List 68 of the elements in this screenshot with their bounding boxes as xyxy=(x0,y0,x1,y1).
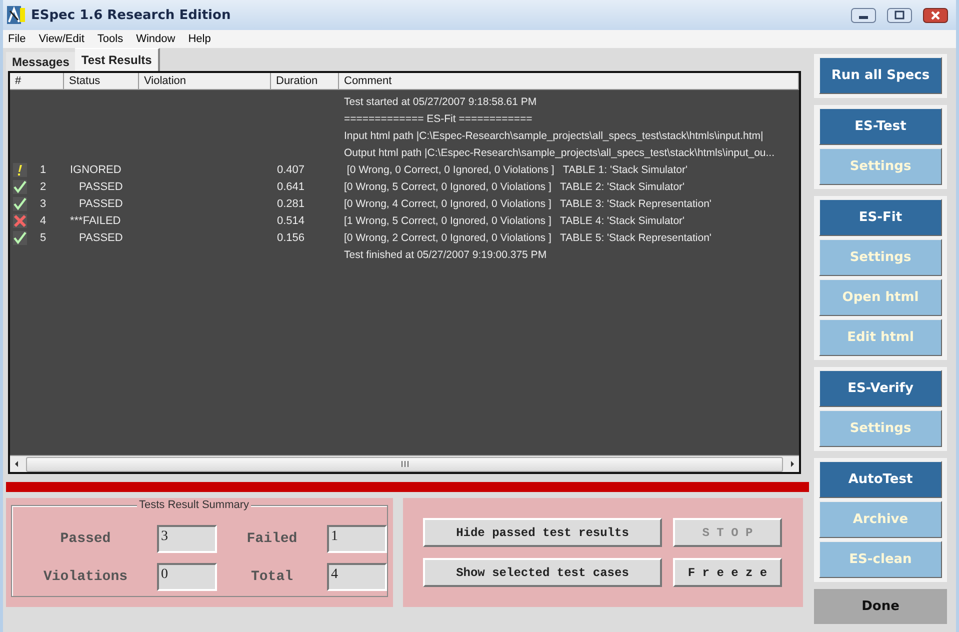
tab[interactable]: Messages xyxy=(6,52,76,71)
sidebar-button[interactable]: ES-Verify xyxy=(819,370,942,407)
tab[interactable]: Test Results xyxy=(75,48,160,71)
column-header[interactable]: Violation xyxy=(139,73,271,90)
sidebar-button[interactable]: ES-Test xyxy=(819,108,942,145)
menu-item[interactable]: Tools xyxy=(97,33,124,45)
action-button[interactable]: Hide passed test results xyxy=(423,518,662,547)
summary-label: Violations xyxy=(42,569,128,585)
minimize-icon[interactable] xyxy=(851,8,876,22)
count-field: 0 xyxy=(157,563,217,591)
sidebar-button[interactable]: ES-Fit xyxy=(819,199,942,236)
menu-item[interactable]: Window xyxy=(136,33,176,45)
sidebar-button[interactable]: Run all Specs xyxy=(819,57,942,94)
row-number: 2 xyxy=(40,180,46,192)
comment-text: [1 Wrong, 5 Correct, 0 Ignored, 0 Violations ] TABLE 4: 'Stack Simulator' xyxy=(344,214,685,226)
count-field: 4 xyxy=(327,563,387,591)
exclamation-icon xyxy=(13,162,27,176)
row-number: 3 xyxy=(40,198,46,210)
cross-icon xyxy=(13,214,27,228)
row-number: 5 xyxy=(40,232,46,244)
comment-text: Test finished at 05/27/2007 9:19:00.375 PM xyxy=(344,248,547,260)
sidebar-button[interactable]: AutoTest xyxy=(819,461,942,498)
summary-label: Total xyxy=(250,569,294,585)
action-button[interactable]: F r e e z e xyxy=(673,558,782,587)
column-header[interactable]: # xyxy=(10,73,64,90)
status-text: PASSED xyxy=(78,198,123,210)
comment-text: Input html path |C:\Espec-Research\sample_projects\all_specs_test\stack\htmls\input.htm| xyxy=(344,130,764,142)
checkmark-icon xyxy=(13,230,27,244)
column-header[interactable]: Comment xyxy=(339,73,799,90)
status-text: PASSED xyxy=(78,232,123,244)
action-button[interactable]: Show selected test cases xyxy=(423,558,662,587)
menu-item[interactable]: Help xyxy=(188,33,211,45)
duration-text: 0.407 xyxy=(277,164,305,176)
summary-label: Passed xyxy=(59,531,112,547)
status-text: ***FAILED xyxy=(70,214,121,226)
close-icon[interactable] xyxy=(923,8,948,22)
scrollbar-thumb[interactable] xyxy=(26,456,783,472)
comment-text: [0 Wrong, 5 Correct, 0 Ignored, 0 Violations ] TABLE 2: 'Stack Simulator' xyxy=(344,180,685,192)
status-text: IGNORED xyxy=(70,164,122,176)
row-number: 4 xyxy=(40,214,46,226)
count-field: 3 xyxy=(157,525,217,553)
comment-text: Output html path |C:\Espec-Research\sample_projects\all_specs_test\stack\htmls\input_ou... xyxy=(344,146,775,158)
comment-text: ============= ES-Fit ============ xyxy=(344,112,532,124)
comment-text: [0 Wrong, 2 Correct, 0 Ignored, 0 Violations ] TABLE 5: 'Stack Representation' xyxy=(344,232,712,244)
checkmark-icon xyxy=(13,196,27,210)
summary-label: Failed xyxy=(246,531,298,547)
done-button[interactable]: Done xyxy=(814,589,947,624)
duration-text: 0.641 xyxy=(277,180,305,192)
group-title: Tests Result Summary xyxy=(137,499,252,511)
comment-text: [0 Wrong, 4 Correct, 0 Ignored, 0 Violations ] TABLE 3: 'Stack Representation' xyxy=(344,198,712,210)
column-header[interactable]: Status xyxy=(64,73,139,90)
row-number: 1 xyxy=(40,164,46,176)
menu-item[interactable]: View/Edit xyxy=(38,33,84,45)
grip-icon xyxy=(400,460,410,468)
window-title: ESpec 1.6 Research Edition xyxy=(31,8,231,22)
horizontal-scrollbar[interactable] xyxy=(10,455,799,472)
comment-text: [0 Wrong, 0 Correct, 0 Ignored, 0 Violations ] TABLE 1: 'Stack Simulator' xyxy=(346,164,688,176)
app-icon xyxy=(7,6,25,24)
status-text: PASSED xyxy=(78,180,123,192)
count-field: 1 xyxy=(327,525,387,553)
menu-item[interactable]: File xyxy=(8,33,26,45)
maximize-icon[interactable] xyxy=(887,8,912,22)
comment-text: Test started at 05/27/2007 9:18:58.61 PM xyxy=(344,96,537,108)
duration-text: 0.514 xyxy=(277,214,305,226)
column-header[interactable]: Duration xyxy=(271,73,339,90)
duration-text: 0.156 xyxy=(277,232,305,244)
checkmark-icon xyxy=(13,180,27,194)
duration-text: 0.281 xyxy=(277,198,305,210)
